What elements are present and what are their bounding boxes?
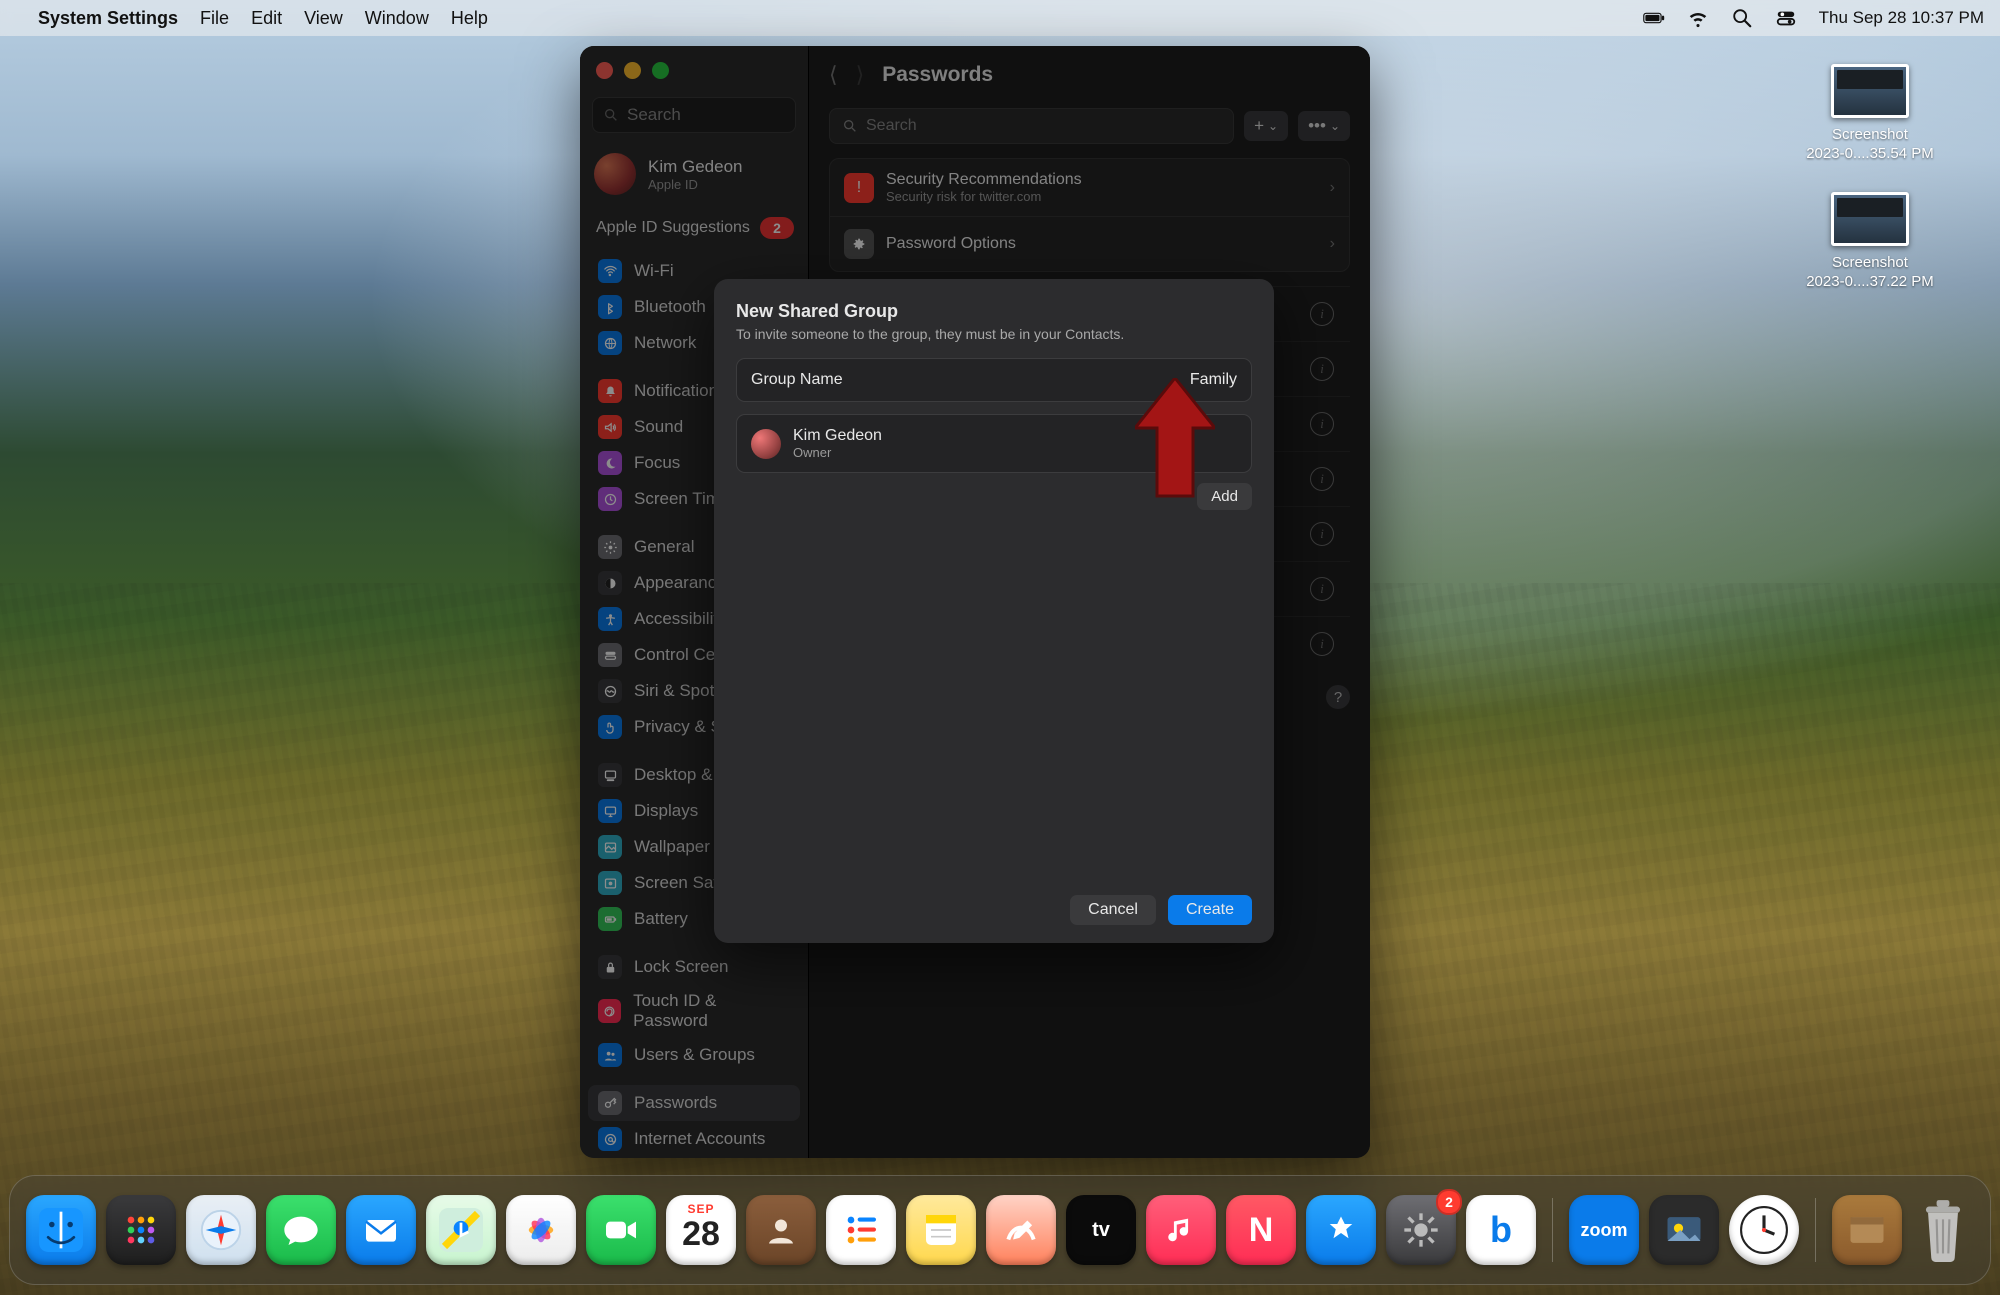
menu-clock[interactable]: Thu Sep 28 10:37 PM: [1819, 8, 1984, 28]
menu-window[interactable]: Window: [365, 8, 429, 29]
menu-app-name[interactable]: System Settings: [38, 8, 178, 29]
dock-bing[interactable]: b: [1466, 1195, 1536, 1265]
file-thumbnail-icon: [1831, 192, 1909, 246]
member-role: Owner: [793, 445, 882, 460]
group-name-label: Group Name: [751, 371, 843, 389]
group-name-field: Group Name Family: [736, 358, 1252, 402]
menu-edit[interactable]: Edit: [251, 8, 282, 29]
spotlight-icon[interactable]: [1731, 7, 1753, 29]
dock-news[interactable]: N: [1226, 1195, 1296, 1265]
menu-help[interactable]: Help: [451, 8, 488, 29]
battery-icon[interactable]: [1643, 7, 1665, 29]
dock-preview[interactable]: [1649, 1195, 1719, 1265]
member-name: Kim Gedeon: [793, 427, 882, 445]
member-avatar-icon: [751, 429, 781, 459]
member-row[interactable]: Kim Gedeon Owner: [751, 427, 882, 460]
dock-mail[interactable]: [346, 1195, 416, 1265]
dock-maps[interactable]: [426, 1195, 496, 1265]
menu-file[interactable]: File: [200, 8, 229, 29]
create-button[interactable]: Create: [1168, 895, 1252, 925]
dock: SEP28 tv N 2 b zoom: [9, 1175, 1991, 1285]
calendar-month-label: SEP: [666, 1202, 736, 1216]
dock-separator: [1815, 1198, 1816, 1262]
group-name-input[interactable]: Family: [1190, 371, 1237, 389]
menu-view[interactable]: View: [304, 8, 343, 29]
dock-photos[interactable]: [506, 1195, 576, 1265]
calendar-day-label: 28: [682, 1215, 720, 1254]
dock-reminders[interactable]: [826, 1195, 896, 1265]
dock-contacts[interactable]: [746, 1195, 816, 1265]
settings-badge: 2: [1436, 1189, 1462, 1215]
desktop-screenshot-1[interactable]: Screenshot 2023-0....35.54 PM: [1790, 64, 1950, 164]
dock-zoom[interactable]: zoom: [1569, 1195, 1639, 1265]
cancel-button[interactable]: Cancel: [1070, 895, 1156, 925]
control-center-icon[interactable]: [1775, 7, 1797, 29]
members-field: Kim Gedeon Owner: [736, 414, 1252, 473]
dock-notes[interactable]: [906, 1195, 976, 1265]
file-thumbnail-icon: [1831, 64, 1909, 118]
dock-facetime[interactable]: [586, 1195, 656, 1265]
add-member-button[interactable]: Add: [1197, 483, 1252, 510]
dock-clock[interactable]: [1729, 1195, 1799, 1265]
file-name-line2: 2023-0....37.22 PM: [1806, 273, 1934, 290]
menu-bar: System Settings File Edit View Window He…: [0, 0, 2000, 36]
dock-messages[interactable]: [266, 1195, 336, 1265]
dock-finder[interactable]: [26, 1195, 96, 1265]
dock-music[interactable]: [1146, 1195, 1216, 1265]
create-button-label: Create: [1186, 901, 1234, 918]
cancel-button-label: Cancel: [1088, 901, 1138, 918]
dock-trash[interactable]: [1912, 1194, 1974, 1266]
dock-separator: [1552, 1198, 1553, 1262]
sheet-title: New Shared Group: [736, 301, 1252, 322]
add-button-label: Add: [1211, 488, 1238, 505]
dock-system-settings[interactable]: 2: [1386, 1195, 1456, 1265]
dock-launchpad[interactable]: [106, 1195, 176, 1265]
wifi-icon[interactable]: [1687, 7, 1709, 29]
file-name-line2: 2023-0....35.54 PM: [1806, 145, 1934, 162]
dock-freeform[interactable]: [986, 1195, 1056, 1265]
dock-safari[interactable]: [186, 1195, 256, 1265]
file-name-line1: Screenshot: [1832, 254, 1908, 271]
dock-tv[interactable]: tv: [1066, 1195, 1136, 1265]
dock-calendar[interactable]: SEP28: [666, 1195, 736, 1265]
dock-app-store[interactable]: [1306, 1195, 1376, 1265]
file-name-line1: Screenshot: [1832, 126, 1908, 143]
new-shared-group-sheet: New Shared Group To invite someone to th…: [714, 279, 1274, 943]
dock-downloads-stack[interactable]: [1832, 1195, 1902, 1265]
desktop-screenshot-2[interactable]: Screenshot 2023-0....37.22 PM: [1790, 192, 1950, 292]
sheet-subtitle: To invite someone to the group, they mus…: [736, 326, 1252, 342]
